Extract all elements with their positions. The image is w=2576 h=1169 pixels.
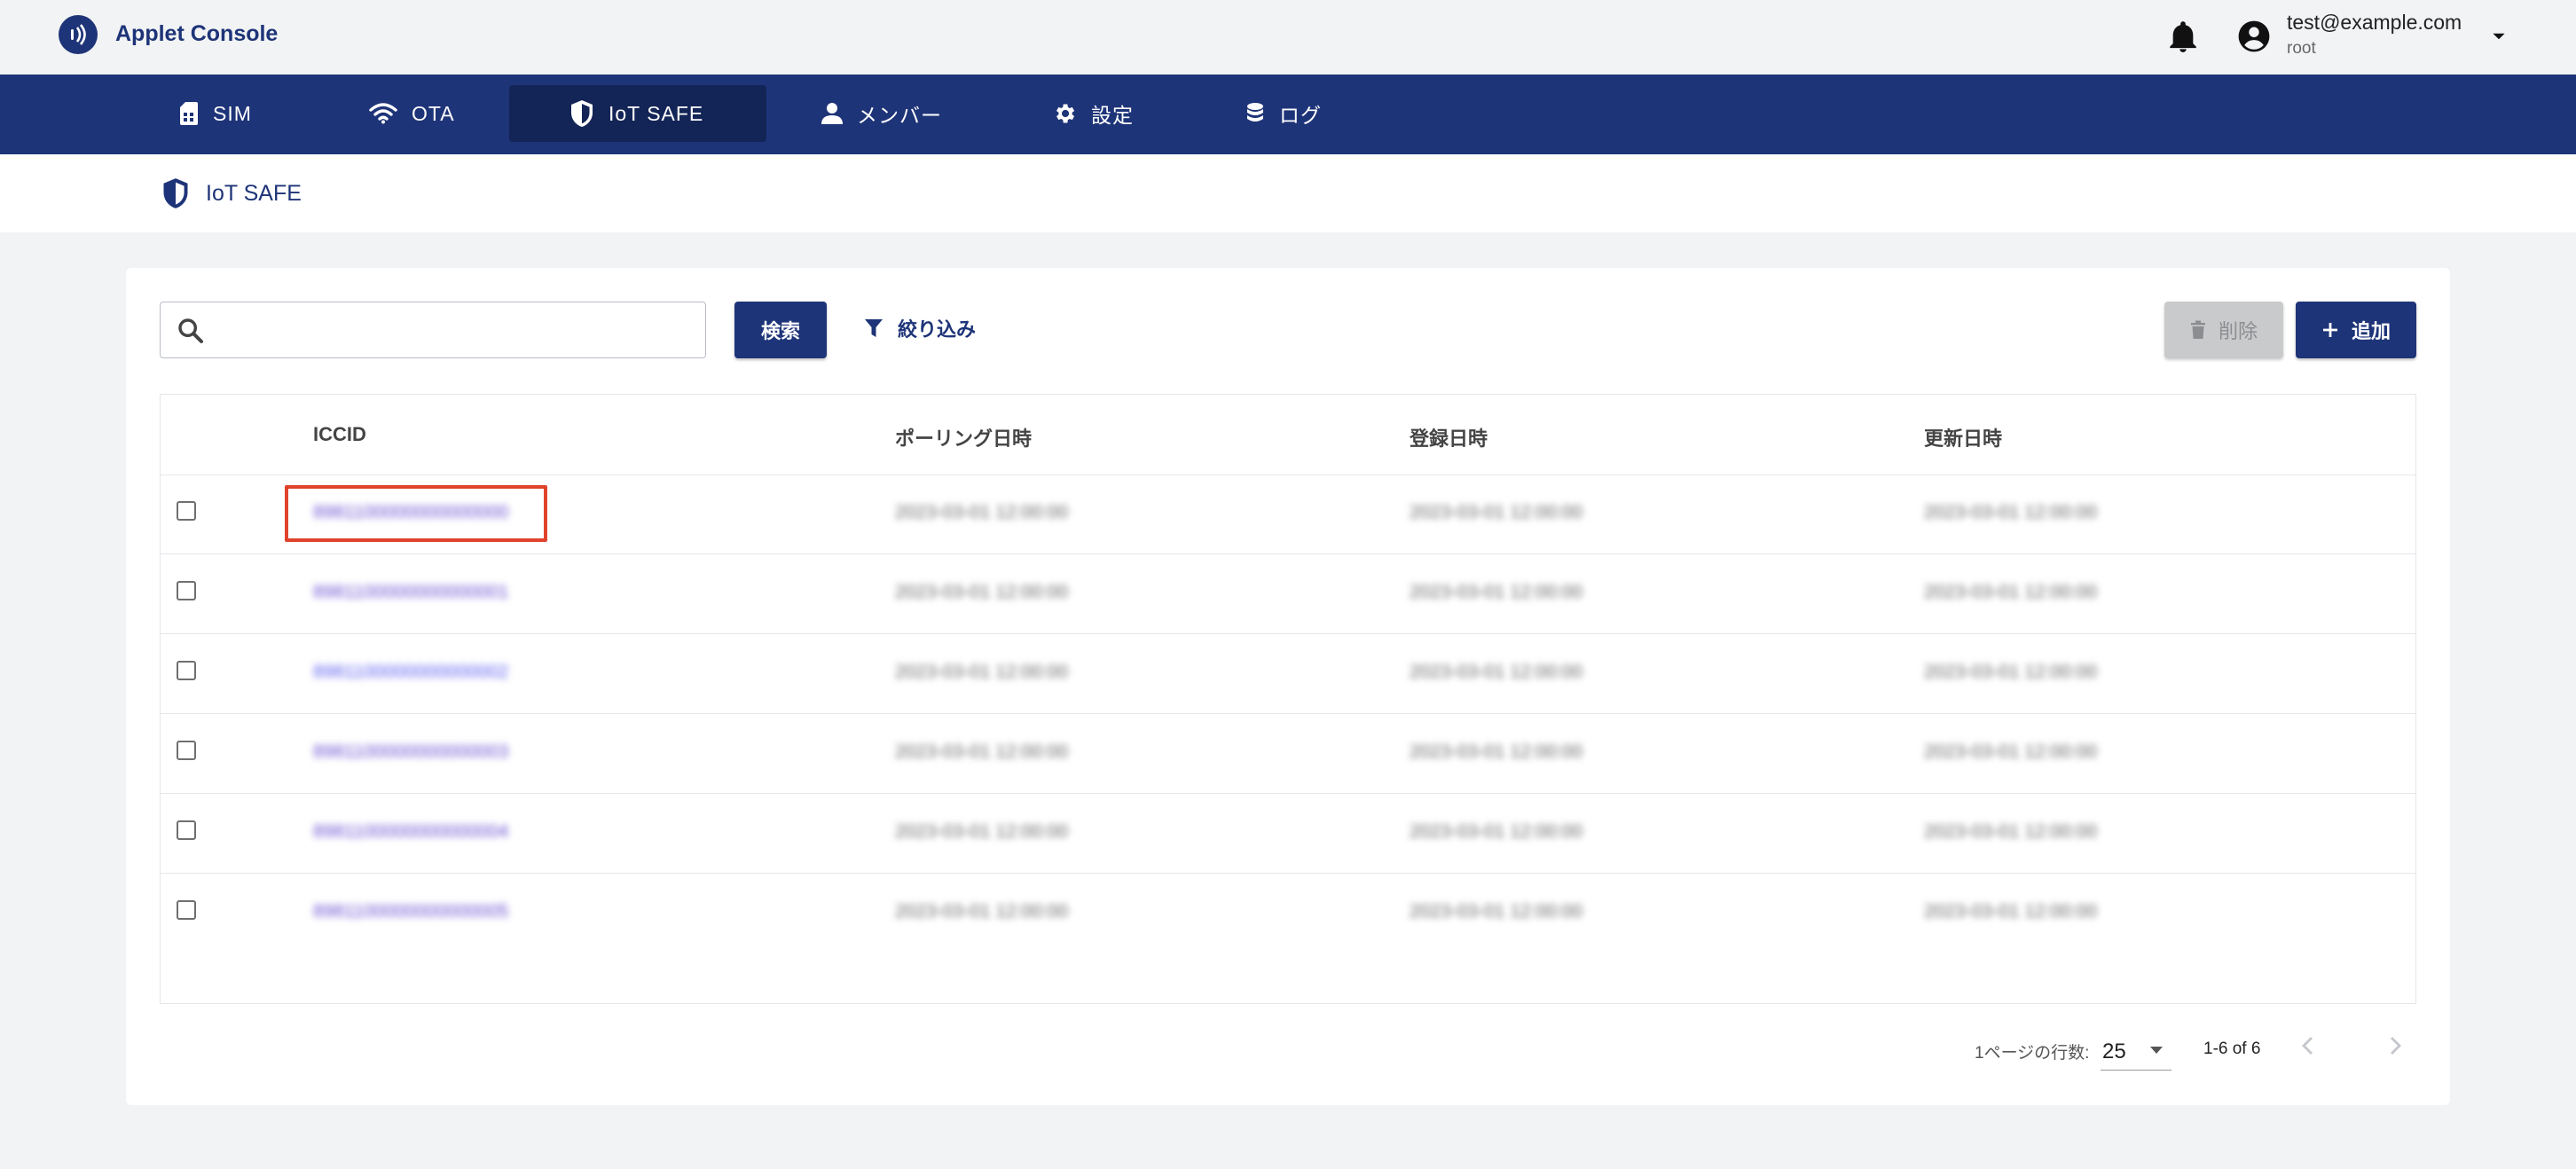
nav-label-sim: SIM (213, 101, 252, 125)
registered-datetime: 2023-03-01 12:00:00 (1410, 901, 1583, 922)
nav-label-logs: ログ (1279, 104, 1322, 127)
polling-datetime: 2023-03-01 12:00:00 (895, 901, 1068, 922)
column-header-iccid[interactable]: ICCID (313, 423, 366, 446)
search-button[interactable]: 検索 (734, 302, 827, 358)
shield-icon (163, 178, 188, 208)
registered-datetime: 2023-03-01 12:00:00 (1410, 662, 1583, 682)
notification-bell-icon[interactable] (2168, 20, 2198, 59)
account-circle-icon[interactable] (2237, 20, 2271, 58)
next-page-icon[interactable] (2384, 1034, 2406, 1062)
gear-icon (1056, 104, 1075, 123)
table-row[interactable]: 8981100000000000001 2023-03-01 12:00:00 … (161, 554, 2415, 634)
chevron-down-icon (2150, 1047, 2163, 1054)
filter-label: 絞り込み (898, 318, 977, 341)
previous-page-icon[interactable] (2297, 1034, 2319, 1062)
filter-icon (865, 319, 883, 337)
nav-item-settings[interactable]: 設定 (1052, 85, 1158, 142)
search-field[interactable] (160, 302, 706, 358)
row-checkbox[interactable] (177, 501, 196, 521)
polling-datetime: 2023-03-01 12:00:00 (895, 741, 1068, 762)
breadcrumb: IoT SAFE (0, 154, 2576, 232)
table-header: ICCID ポーリング日時 登録日時 更新日時 (161, 395, 2415, 475)
registered-datetime: 2023-03-01 12:00:00 (1410, 582, 1583, 602)
add-button[interactable]: 追加 (2296, 302, 2416, 358)
polling-datetime: 2023-03-01 12:00:00 (895, 821, 1068, 842)
sim-card-icon (180, 102, 198, 125)
row-checkbox[interactable] (177, 820, 196, 840)
table-row[interactable]: 8981100000000000005 2023-03-01 12:00:00 … (161, 874, 2415, 953)
delete-label: 削除 (2218, 320, 2258, 342)
delete-button[interactable]: 削除 (2164, 302, 2283, 358)
row-checkbox[interactable] (177, 581, 196, 600)
rows-per-page-value: 25 (2102, 1040, 2126, 1063)
row-checkbox[interactable] (177, 741, 196, 760)
iot-safe-panel: 検索 絞り込み 削除 追加 ICCID ポーリング日時 登録日時 更新日時 89… (126, 268, 2450, 1105)
add-label: 追加 (2351, 320, 2391, 342)
registered-datetime: 2023-03-01 12:00:00 (1410, 821, 1583, 842)
rows-per-page-label: 1ページの行数: (1975, 1044, 2090, 1063)
iccid-link[interactable]: 8981100000000000005 (313, 900, 508, 923)
iot-safe-table: ICCID ポーリング日時 登録日時 更新日時 8981100000000000… (160, 394, 2416, 1004)
polling-datetime: 2023-03-01 12:00:00 (895, 582, 1068, 602)
nav-item-iot-safe[interactable]: IoT SAFE (509, 85, 766, 142)
search-icon (178, 318, 203, 343)
iccid-link[interactable]: 8981100000000000000 (313, 501, 508, 524)
database-icon (1247, 103, 1263, 122)
nav-label-ota: OTA (412, 101, 455, 125)
nav-item-logs[interactable]: ログ (1245, 85, 1352, 142)
column-header-registered-datetime[interactable]: 登録日時 (1410, 423, 1488, 451)
table-row[interactable]: 8981100000000000003 2023-03-01 12:00:00 … (161, 714, 2415, 794)
updated-datetime: 2023-03-01 12:00:00 (1924, 662, 2097, 682)
polling-datetime: 2023-03-01 12:00:00 (895, 502, 1068, 522)
nav-label-iot-safe: IoT SAFE (609, 101, 704, 125)
wifi-icon (369, 103, 397, 124)
app-title: Applet Console (115, 21, 279, 46)
updated-datetime: 2023-03-01 12:00:00 (1924, 901, 2097, 922)
user-role: root (2287, 39, 2316, 58)
nav-item-members[interactable]: メンバー (821, 85, 963, 142)
user-email[interactable]: test@example.com (2287, 11, 2462, 35)
filter-button[interactable]: 絞り込み (864, 314, 976, 342)
updated-datetime: 2023-03-01 12:00:00 (1924, 582, 2097, 602)
polling-datetime: 2023-03-01 12:00:00 (895, 662, 1068, 682)
nav-item-sim[interactable]: SIM (179, 85, 277, 142)
nav-item-ota[interactable]: OTA (369, 85, 475, 142)
registered-datetime: 2023-03-01 12:00:00 (1410, 741, 1583, 762)
nav-label-members: メンバー (857, 104, 942, 127)
iccid-link[interactable]: 8981100000000000002 (313, 661, 508, 684)
updated-datetime: 2023-03-01 12:00:00 (1924, 821, 2097, 842)
trash-icon (2190, 320, 2205, 339)
row-checkbox[interactable] (177, 900, 196, 920)
column-header-updated-datetime[interactable]: 更新日時 (1924, 423, 2002, 451)
rows-per-page-select[interactable]: 25 (2101, 1031, 2172, 1071)
iccid-link[interactable]: 8981100000000000001 (313, 581, 508, 604)
user-menu-chevron-down-icon[interactable] (2489, 27, 2509, 51)
iccid-link[interactable]: 8981100000000000004 (313, 820, 508, 843)
shield-icon (571, 100, 593, 127)
updated-datetime: 2023-03-01 12:00:00 (1924, 741, 2097, 762)
app-logo-icon[interactable] (59, 15, 98, 54)
search-input[interactable] (219, 311, 693, 350)
pagination-range: 1-6 of 6 (2203, 1040, 2261, 1058)
updated-datetime: 2023-03-01 12:00:00 (1924, 502, 2097, 522)
plus-icon (2322, 323, 2337, 337)
row-checkbox[interactable] (177, 661, 196, 680)
page-title: IoT SAFE (206, 181, 302, 206)
main-nav: SIM OTA IoT SAFE メンバー 設定 ログ (0, 75, 2576, 154)
table-row[interactable]: 8981100000000000004 2023-03-01 12:00:00 … (161, 794, 2415, 874)
table-row[interactable]: 8981100000000000000 2023-03-01 12:00:00 … (161, 475, 2415, 554)
column-header-polling-datetime[interactable]: ポーリング日時 (895, 423, 1032, 451)
iccid-link[interactable]: 8981100000000000003 (313, 741, 508, 764)
registered-datetime: 2023-03-01 12:00:00 (1410, 502, 1583, 522)
app-header: Applet Console test@example.com root (0, 0, 2576, 75)
table-row[interactable]: 8981100000000000002 2023-03-01 12:00:00 … (161, 634, 2415, 714)
person-icon (821, 103, 843, 124)
nav-label-settings: 設定 (1091, 104, 1134, 127)
